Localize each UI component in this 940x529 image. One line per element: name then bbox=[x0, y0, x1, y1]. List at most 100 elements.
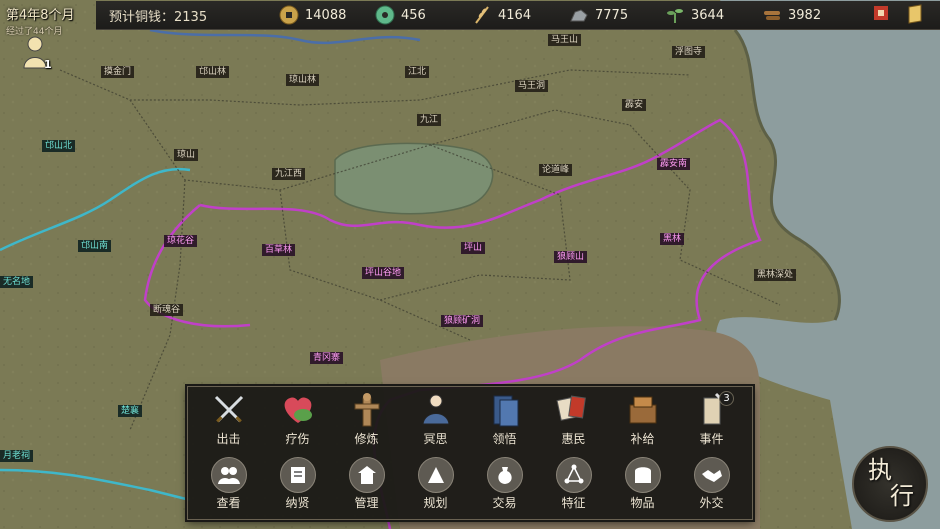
action-view[interactable]: 查看 bbox=[194, 453, 263, 517]
journal-button[interactable] bbox=[902, 4, 928, 28]
map-label-heilin[interactable]: 黑林 bbox=[660, 233, 685, 245]
map-label-mojinmen[interactable]: 摸金门 bbox=[101, 66, 135, 78]
map-label-pingshan[interactable]: 坪山 bbox=[461, 242, 486, 254]
resource-wood[interactable]: 3982 bbox=[760, 1, 850, 29]
money-bag-icon bbox=[486, 457, 523, 493]
scroll-book-icon bbox=[485, 391, 525, 429]
map-label-chuxiang[interactable]: 楚襄 bbox=[118, 405, 143, 417]
action-events[interactable]: 事件 3 bbox=[677, 389, 746, 453]
map-label-jiangbei[interactable]: 江北 bbox=[405, 66, 430, 78]
action-supply[interactable]: 补给 bbox=[608, 389, 677, 453]
map-label-duanhungu[interactable]: 断魂谷 bbox=[150, 304, 184, 316]
meditating-monk-icon bbox=[416, 391, 456, 429]
jade-icon bbox=[373, 4, 397, 26]
hero-avatar[interactable]: 1 bbox=[20, 34, 54, 74]
date-display: 第4年8个月 经过了44个月 bbox=[6, 4, 75, 37]
action-label: 修炼 bbox=[354, 432, 379, 446]
map-label-baicaolin[interactable]: 百草林 bbox=[262, 244, 296, 256]
map-label-langgukuangdong[interactable]: 狼顾矿洞 bbox=[441, 315, 484, 327]
resource-grain[interactable]: 4164 bbox=[470, 1, 567, 29]
lake bbox=[334, 142, 494, 215]
map-label-qiongshanlin[interactable]: 琼山林 bbox=[286, 74, 320, 86]
estimated-copper: 预计铜钱：2135 bbox=[109, 6, 277, 25]
copper-label: 预计铜钱： bbox=[109, 9, 175, 25]
cards-icon bbox=[554, 391, 594, 429]
action-label: 领悟 bbox=[492, 432, 517, 446]
map-label-qionghuagu[interactable]: 琼花谷 bbox=[164, 235, 198, 247]
resource-value: 3644 bbox=[691, 7, 725, 23]
action-label: 特征 bbox=[561, 496, 586, 510]
map-label-lundaofeng[interactable]: 论道峰 bbox=[539, 164, 573, 176]
banner-icon bbox=[872, 4, 890, 28]
heart-herb-icon bbox=[278, 391, 318, 429]
map-label-wumingdi[interactable]: 无名地 bbox=[0, 276, 34, 288]
map-label-langgushan[interactable]: 狼顾山 bbox=[554, 251, 588, 263]
execute-turn-button[interactable]: 执 行 bbox=[852, 446, 928, 522]
chest-icon bbox=[624, 457, 661, 493]
resource-bar: 预计铜钱：2135 14088 456 4164 7775 3644 3982 bbox=[96, 1, 940, 30]
flag-report-button[interactable] bbox=[868, 4, 894, 28]
training-dummy-icon bbox=[347, 391, 387, 429]
handshake-icon bbox=[693, 457, 730, 493]
action-train[interactable]: 修炼 bbox=[332, 389, 401, 453]
map-label-mawangshan[interactable]: 马王山 bbox=[548, 34, 582, 46]
copper-coin-icon bbox=[277, 4, 301, 26]
action-label: 惠民 bbox=[561, 432, 586, 446]
execute-char-1: 执 bbox=[868, 456, 892, 484]
map-label-qiongshan[interactable]: 琼山 bbox=[174, 149, 199, 161]
ore-icon bbox=[567, 4, 591, 26]
action-label: 交易 bbox=[492, 496, 517, 510]
action-label: 事件 bbox=[699, 432, 724, 446]
resource-coin[interactable]: 14088 bbox=[277, 1, 373, 29]
map-label-yuelaoci[interactable]: 月老祠 bbox=[0, 450, 34, 462]
map-label-mangshanbei[interactable]: 邙山北 bbox=[42, 140, 76, 152]
event-count-badge: 3 bbox=[719, 391, 734, 406]
action-manage[interactable]: 管理 bbox=[332, 453, 401, 517]
people-icon bbox=[210, 457, 247, 493]
action-label: 纳贤 bbox=[285, 496, 310, 510]
action-label: 补给 bbox=[630, 432, 655, 446]
map-label-jiujiang[interactable]: 九江 bbox=[417, 114, 442, 126]
resource-value: 14088 bbox=[305, 7, 347, 23]
resource-herb[interactable]: 3644 bbox=[663, 1, 760, 29]
crossed-swords-icon bbox=[209, 391, 249, 429]
timber-icon bbox=[760, 4, 784, 26]
action-label: 物品 bbox=[630, 496, 655, 510]
pagoda-icon bbox=[348, 457, 385, 493]
resource-value: 7775 bbox=[595, 7, 629, 23]
action-panel: 出击 疗伤 修炼 冥思 领悟 惠民 补给 事件 3 查看 纳贤 管理 规划 交易… bbox=[187, 386, 753, 520]
action-label: 外交 bbox=[699, 496, 724, 510]
map-label-mangshanlin[interactable]: 邙山林 bbox=[196, 66, 230, 78]
action-trade[interactable]: 交易 bbox=[470, 453, 539, 517]
nodes-icon bbox=[555, 457, 592, 493]
map-label-pingshangudi[interactable]: 坪山谷地 bbox=[362, 267, 405, 279]
map-label-mawangdong[interactable]: 马王洞 bbox=[515, 80, 549, 92]
map-label-pian[interactable]: 霹安 bbox=[622, 99, 647, 111]
resource-value: 3982 bbox=[788, 7, 822, 23]
action-benefit-people[interactable]: 惠民 bbox=[539, 389, 608, 453]
resource-jade[interactable]: 456 bbox=[373, 1, 470, 29]
resource-iron[interactable]: 7775 bbox=[567, 1, 663, 29]
action-meditate[interactable]: 冥思 bbox=[401, 389, 470, 453]
map-label-qinggangzhai[interactable]: 青冈寨 bbox=[310, 352, 344, 364]
action-heal[interactable]: 疗伤 bbox=[263, 389, 332, 453]
map-label-piannan[interactable]: 霹安南 bbox=[657, 158, 691, 170]
action-label: 出击 bbox=[216, 432, 241, 446]
action-diplomacy[interactable]: 外交 bbox=[677, 453, 746, 517]
action-label: 规划 bbox=[423, 496, 448, 510]
map-label-heilinshenchu[interactable]: 黑林深处 bbox=[754, 269, 797, 281]
map-label-mangshannan[interactable]: 邙山南 bbox=[78, 240, 112, 252]
action-comprehend[interactable]: 领悟 bbox=[470, 389, 539, 453]
action-attack[interactable]: 出击 bbox=[194, 389, 263, 453]
wheat-icon bbox=[470, 4, 494, 26]
action-label: 查看 bbox=[216, 496, 241, 510]
action-items[interactable]: 物品 bbox=[608, 453, 677, 517]
action-plan[interactable]: 规划 bbox=[401, 453, 470, 517]
action-traits[interactable]: 特征 bbox=[539, 453, 608, 517]
map-label-futusi[interactable]: 浮图寺 bbox=[672, 46, 706, 58]
copper-value: 2135 bbox=[174, 9, 208, 25]
supply-bundle-icon bbox=[623, 391, 663, 429]
action-recruit[interactable]: 纳贤 bbox=[263, 453, 332, 517]
map-label-jiujiangxi[interactable]: 九江西 bbox=[272, 168, 306, 180]
execute-char-2: 行 bbox=[890, 482, 914, 510]
